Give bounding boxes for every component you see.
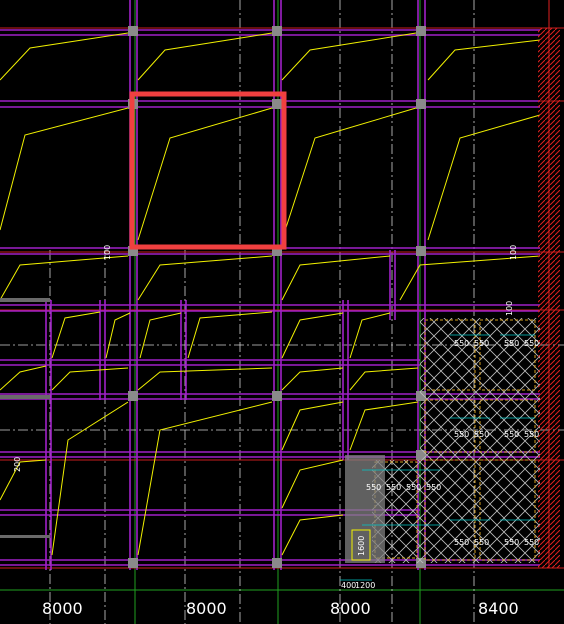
pile-dim-b7: 550 — [474, 538, 489, 547]
yellow-box-label: 1600 — [357, 536, 366, 556]
bay-dim-4: 8400 — [478, 599, 519, 618]
pile-dim-a2: 550 — [504, 339, 519, 348]
pile-dim-a5: 550 — [366, 483, 381, 492]
pile-dim-a3: 550 — [454, 430, 469, 439]
bay-dim-2: 8000 — [186, 599, 227, 618]
pile-dim-b8: 550 — [524, 538, 539, 547]
pile-dim-b6: 550 — [426, 483, 441, 492]
small-dims: 400 1200 — [340, 579, 375, 590]
pile-dim-a8: 550 — [504, 538, 519, 547]
beam-mark-2: 100 — [509, 245, 518, 260]
beam-mark-3: 100 — [505, 301, 514, 316]
bay-dim-1: 8000 — [42, 599, 83, 618]
pile-dim-b3: 550 — [474, 430, 489, 439]
beam-mark-4: 200 — [13, 457, 22, 472]
pile-dim-a4: 550 — [504, 430, 519, 439]
small-dim-2: 1200 — [355, 581, 375, 590]
small-dim-1: 400 — [341, 581, 356, 590]
pile-dim-b4: 550 — [524, 430, 539, 439]
beam-mark-1: 100 — [103, 245, 112, 260]
cad-drawing-canvas[interactable]: 1600 550 550 550 550 550 550 550 550 550… — [0, 0, 564, 624]
pile-dim-b5: 550 — [386, 483, 401, 492]
pile-dim-a7: 550 — [454, 538, 469, 547]
pile-dim-b2: 550 — [524, 339, 539, 348]
bay-dim-3: 8000 — [330, 599, 371, 618]
pile-dim-a1: 550 — [454, 339, 469, 348]
pile-dim-b1: 550 — [474, 339, 489, 348]
pile-dim-a6: 550 — [406, 483, 421, 492]
